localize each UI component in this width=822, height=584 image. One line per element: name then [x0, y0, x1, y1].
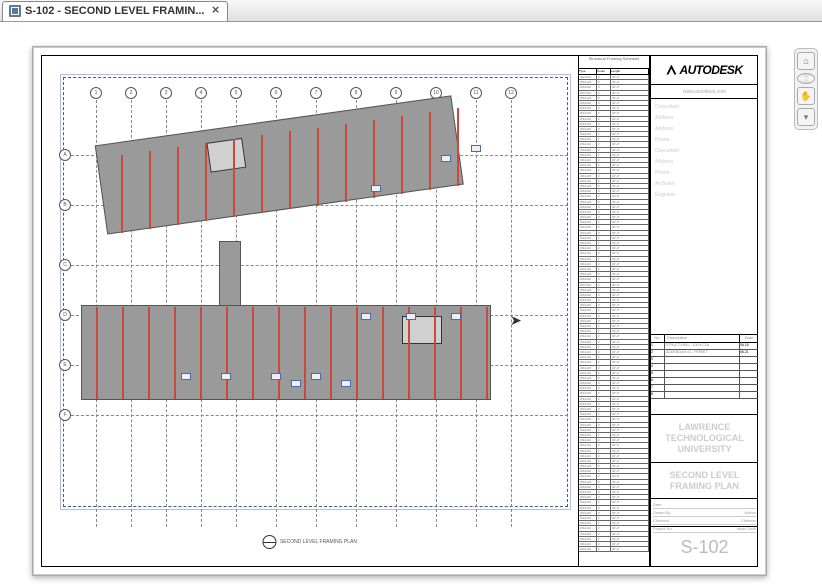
beam-tag[interactable]: [341, 380, 351, 387]
beam-tag[interactable]: [451, 313, 461, 320]
sheet-title-line: FRAMING PLAN: [670, 481, 739, 492]
tab-close-button[interactable]: ×: [209, 4, 223, 18]
joists: [41, 55, 578, 567]
viewport[interactable]: 123456789101112ABCDEF SECOND LEVEL FRAMI…: [41, 55, 578, 567]
revision-row: 6: [651, 378, 758, 385]
logo: AUTODESK: [651, 55, 758, 85]
beam-tag[interactable]: [406, 313, 416, 320]
beam-tag[interactable]: [371, 185, 381, 192]
navigation-bar: ⌂ ✋ ▾: [794, 48, 818, 130]
joist[interactable]: [177, 147, 179, 225]
owner-block: LAWRENCE TECHNOLOGICAL UNIVERSITY: [651, 415, 758, 463]
joist[interactable]: [457, 108, 459, 186]
owner-line: UNIVERSITY: [677, 444, 731, 455]
view-title-bubble: [262, 535, 276, 549]
consultant-line: Consultant: [655, 103, 754, 111]
joist[interactable]: [149, 151, 151, 229]
joist[interactable]: [317, 128, 319, 206]
joist[interactable]: [304, 307, 306, 399]
revision-row: 7: [651, 385, 758, 392]
joist[interactable]: [200, 307, 202, 399]
rev-col-date: Date: [740, 335, 758, 342]
joist[interactable]: [205, 143, 207, 221]
meta-row: Date: [653, 501, 756, 509]
view-title[interactable]: SECOND LEVEL FRAMING PLAN: [262, 535, 357, 549]
revision-row: 4: [651, 364, 758, 371]
beam-tag[interactable]: [291, 380, 301, 387]
joist[interactable]: [261, 135, 263, 213]
sheet-icon: [9, 5, 21, 17]
framing-schedule[interactable]: Structural Framing Schedule TypeCountLen…: [578, 55, 650, 567]
cursor-icon: ➤: [510, 312, 522, 329]
joist[interactable]: [330, 307, 332, 399]
joist[interactable]: [174, 307, 176, 399]
beam-tag[interactable]: [311, 373, 321, 380]
beam-tag[interactable]: [181, 373, 191, 380]
revision-row: 3: [651, 357, 758, 364]
joist[interactable]: [122, 307, 124, 399]
consultant-line: Phone: [655, 136, 754, 144]
pan-button[interactable]: ✋: [797, 87, 815, 105]
logo-url: www.autodesk.com: [651, 85, 758, 99]
consultant-line: Address: [655, 125, 754, 133]
schedule-row[interactable]: W12x26230'-0": [579, 547, 649, 552]
owner-line: TECHNOLOGICAL: [665, 433, 744, 444]
sheet-title-line: SECOND LEVEL: [669, 470, 739, 481]
consultant-line: Address: [655, 158, 754, 166]
consultant-line: Address: [655, 114, 754, 122]
consultant-line: Engineer: [655, 191, 754, 199]
joist[interactable]: [289, 131, 291, 209]
joist[interactable]: [121, 155, 123, 233]
revision-row: 8: [651, 392, 758, 399]
consultant-line: Consultant: [655, 147, 754, 155]
joist[interactable]: [486, 307, 488, 399]
joist[interactable]: [278, 307, 280, 399]
joist[interactable]: [233, 139, 235, 217]
joist[interactable]: [252, 307, 254, 399]
beam-tag[interactable]: [271, 373, 281, 380]
joist[interactable]: [226, 307, 228, 399]
sheet: AUTODESK www.autodesk.com Consultant Addr…: [32, 46, 767, 576]
sheet-number: S-102: [651, 527, 758, 567]
joist[interactable]: [96, 307, 98, 399]
joist[interactable]: [434, 307, 436, 399]
joist[interactable]: [408, 307, 410, 399]
revision-row: 1STRUCTURAL - 100% CDs06.15: [651, 343, 758, 350]
title-block: AUTODESK www.autodesk.com Consultant Addr…: [650, 55, 758, 567]
more-button[interactable]: ▾: [797, 108, 815, 126]
consultant-block: Consultant Address Address Phone Consultant A…: [651, 99, 758, 335]
steering-wheel-button[interactable]: [797, 73, 815, 84]
rev-col-no: No.: [651, 335, 665, 342]
revision-schedule: No.DescriptionDate 1STRUCTURAL - 100% CD…: [651, 335, 758, 415]
meta-row: CheckedChecker: [653, 517, 756, 525]
joist[interactable]: [429, 112, 431, 190]
sheet-meta: DateDrawn ByAuthorCheckedCheckerProject …: [651, 499, 758, 527]
beam-tag[interactable]: [221, 373, 231, 380]
schedule-title: Structural Framing Schedule: [579, 55, 649, 69]
beam-tag[interactable]: [361, 313, 371, 320]
joist[interactable]: [356, 307, 358, 399]
tab-bar: S-102 - SECOND LEVEL FRAMIN... ×: [0, 0, 822, 22]
meta-row: Drawn ByAuthor: [653, 509, 756, 517]
tab-title: S-102 - SECOND LEVEL FRAMIN...: [25, 5, 205, 17]
consultant-line: Architect: [655, 180, 754, 188]
revision-row: 2ADDENDUM #1 - PERMIT06.21: [651, 350, 758, 357]
sheet-title-block: SECOND LEVEL FRAMING PLAN: [651, 463, 758, 499]
joist[interactable]: [382, 307, 384, 399]
drawing-canvas[interactable]: AUTODESK www.autodesk.com Consultant Addr…: [0, 22, 822, 584]
home-button[interactable]: ⌂: [797, 52, 815, 70]
joist[interactable]: [345, 124, 347, 202]
consultant-line: Phone: [655, 169, 754, 177]
rev-col-desc: Description: [665, 335, 740, 342]
revision-row: 5: [651, 371, 758, 378]
joist[interactable]: [401, 116, 403, 194]
owner-line: LAWRENCE: [679, 422, 731, 433]
joist[interactable]: [148, 307, 150, 399]
joist[interactable]: [460, 307, 462, 399]
beam-tag[interactable]: [441, 155, 451, 162]
view-title-text: SECOND LEVEL FRAMING PLAN: [280, 539, 357, 545]
active-tab[interactable]: S-102 - SECOND LEVEL FRAMIN... ×: [2, 1, 228, 21]
beam-tag[interactable]: [471, 145, 481, 152]
